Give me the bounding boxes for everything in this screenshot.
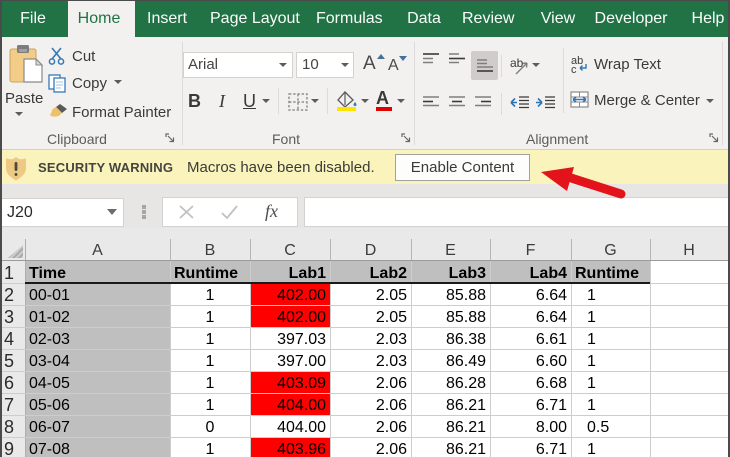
svg-text:c: c (571, 64, 577, 73)
